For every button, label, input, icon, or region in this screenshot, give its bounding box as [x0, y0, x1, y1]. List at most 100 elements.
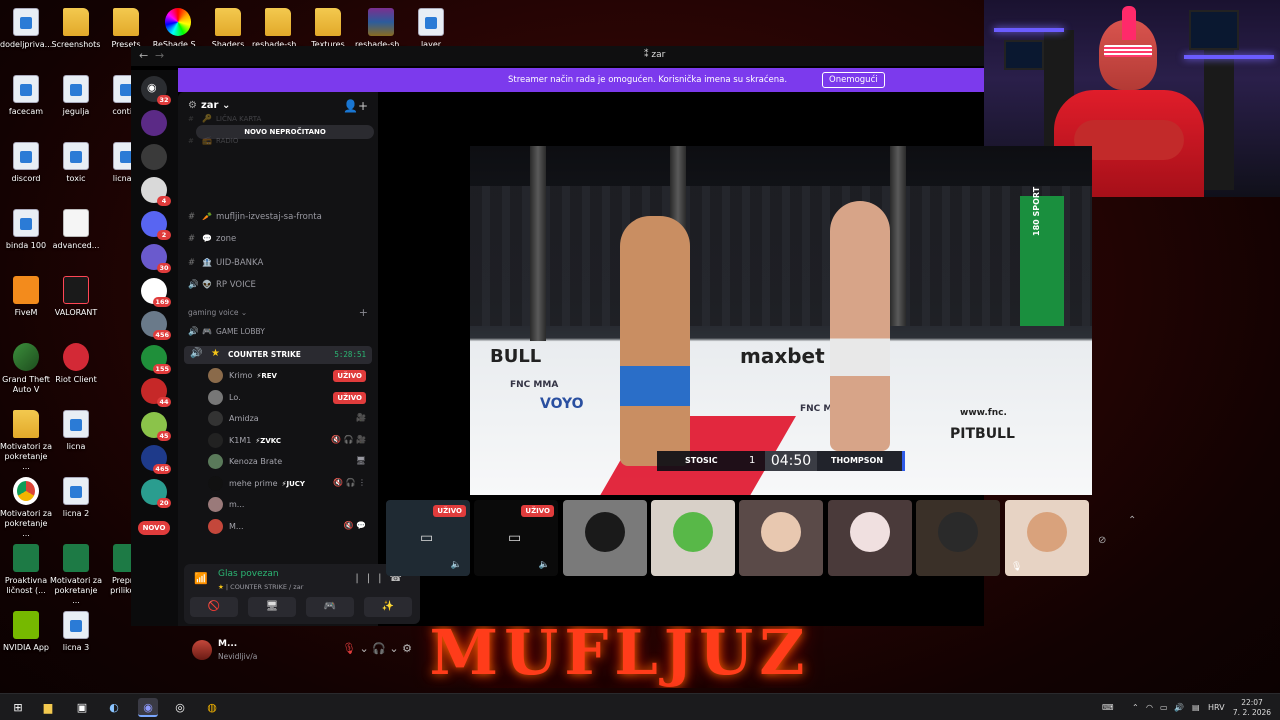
obs-icon[interactable]: ◎ [170, 698, 190, 717]
chevron-down-icon[interactable]: ⌄ [359, 642, 368, 655]
server-icon[interactable]: 20 [141, 478, 171, 508]
voice-user[interactable]: m... [208, 495, 372, 515]
soundboard-button[interactable]: ✨ [364, 597, 412, 617]
volume-icon[interactable]: 🔊 [1174, 703, 1184, 712]
channel-game-lobby[interactable]: 🔊 🎮 GAME LOBBY [188, 323, 372, 341]
desktop-icon[interactable]: binda 100 [0, 209, 52, 251]
keyboard-icon[interactable]: ⌨ [1102, 703, 1114, 712]
voice-user[interactable]: M... 🔇 💬 [208, 517, 372, 537]
desktop-icon[interactable]: ReShade S... [152, 8, 204, 50]
chevron-up-icon[interactable]: ⌃ [1132, 703, 1139, 712]
desktop-icon[interactable]: licna 2 [50, 477, 102, 519]
desktop-icon[interactable]: toxic [50, 142, 102, 184]
participant-tile[interactable] [739, 500, 823, 576]
activities-button[interactable]: 🎮 [306, 597, 354, 617]
channel-item[interactable]: # 🏦 UID-BANKA [188, 254, 372, 272]
volume-icon[interactable]: 🔈 [451, 560, 462, 570]
desktop-icon[interactable]: Grand Theft Auto V [0, 343, 52, 395]
voice-user[interactable]: Kenoza Brate 🖥 [208, 452, 372, 472]
settings-gear-icon[interactable]: ⚙ [402, 642, 412, 655]
desktop-icon[interactable]: Motivatori za pokretanje ... [50, 544, 102, 606]
channel-item[interactable]: # 🥕 mufljin-izvestaj-sa-fronta [188, 208, 372, 226]
desktop-icon[interactable]: Textures [302, 8, 354, 50]
server-icon[interactable]: 30 [141, 244, 171, 273]
desktop-icon[interactable]: licna [50, 410, 102, 452]
nav-forward-button[interactable]: → [155, 49, 164, 62]
desktop-icon[interactable]: Riot Client [50, 343, 102, 385]
file-explorer-icon[interactable]: ▆ [38, 698, 58, 717]
desktop-icon[interactable]: layer [405, 8, 457, 50]
server-icon[interactable] [141, 143, 167, 170]
server-icon[interactable]: 155 [141, 344, 171, 374]
desktop-icon[interactable]: Screenshots [50, 8, 102, 50]
hide-participants-icon[interactable]: ⊘ [1098, 528, 1106, 554]
camera-off-button[interactable]: 🚫 [190, 597, 238, 617]
stream-tile[interactable]: ▭ 🔈 UŽIVO [386, 500, 470, 576]
desktop-icon[interactable]: FiveM [0, 276, 52, 318]
desktop-icon[interactable]: licna 3 [50, 611, 102, 653]
mic-muted-icon[interactable]: 🎙 [342, 642, 356, 655]
voice-status[interactable]: Glas povezan [218, 569, 279, 579]
desktop-icon[interactable]: VALORANT [50, 276, 102, 318]
participant-tile[interactable] [916, 500, 1000, 576]
headphones-icon[interactable]: 🎧 [372, 642, 386, 655]
desktop-icon[interactable]: Shaders [202, 8, 254, 50]
server-icon[interactable]: 465 [141, 445, 171, 474]
desktop-icon[interactable]: reshade-sh... [355, 8, 407, 50]
voice-user[interactable]: Lo. UŽIVO [208, 388, 372, 408]
voice-user[interactable]: K1M1 ⚡ZVKC 🔇 🎧 🎥 [208, 431, 372, 451]
store-icon[interactable]: ▣ [72, 698, 92, 717]
server-icon[interactable]: 169 [141, 277, 171, 307]
tray-icon[interactable]: ▤ [1192, 703, 1200, 712]
channel-item[interactable]: # 💬 zone [188, 230, 372, 248]
desktop-icon[interactable]: dodeljpriva... [0, 8, 52, 50]
nav-back-button[interactable]: ← [139, 49, 148, 62]
disable-streamer-mode-button[interactable]: Onemogući [822, 72, 885, 88]
voice-user[interactable]: Krimo ⚡REV UŽIVO [208, 366, 372, 386]
server-icon[interactable]: 45 [141, 411, 171, 441]
avatar[interactable] [192, 640, 212, 660]
desktop-icon[interactable]: Proaktivna ličnost (... [0, 544, 52, 596]
chevron-down-icon[interactable]: ⌄ [389, 642, 398, 655]
desktop-icon[interactable]: facecam [0, 75, 52, 117]
user-name[interactable]: M... [218, 639, 237, 649]
stream-tile[interactable]: ▭ 🔈 UŽIVO [474, 500, 558, 576]
participant-tile[interactable]: 🎙 [1005, 500, 1089, 576]
server-icon[interactable]: 2 [141, 210, 171, 240]
desktop-icon[interactable]: Motivatori za pokretanje ... [0, 410, 52, 472]
volume-icon[interactable]: 🔈 [539, 560, 550, 570]
chrome-icon[interactable]: ◍ [202, 698, 222, 717]
desktop-icon[interactable]: jegulja [50, 75, 102, 117]
desktop-icon[interactable]: reshade-sh... [252, 8, 304, 50]
screen-share-button[interactable]: 🖥 [248, 597, 296, 617]
server-icon[interactable] [141, 110, 167, 136]
server-icon[interactable]: 44 [141, 378, 171, 407]
desktop-icon[interactable]: Motivatori za pokretanje ... [0, 477, 52, 539]
novo-pill[interactable]: NOVO [138, 521, 170, 535]
voice-user[interactable]: mehe prime ⚡JUCY 🔇 🎧 ⋮ [208, 474, 372, 494]
participant-tile[interactable] [563, 500, 647, 576]
network-icon[interactable]: ▭ [1160, 703, 1168, 712]
desktop-icon[interactable]: NVIDIA App [0, 611, 52, 653]
language-indicator[interactable]: HRV [1208, 703, 1225, 712]
participant-tile[interactable] [828, 500, 912, 576]
channel-item[interactable]: # 📻 RADIO [188, 132, 372, 150]
channel-item[interactable]: # 🔑 LIČNA KARTA [188, 110, 372, 128]
taskbar-clock[interactable]: 22:07 7. 2. 2026 [1232, 698, 1272, 718]
desktop-icon[interactable]: Presets [100, 8, 152, 50]
steam-icon[interactable]: ◐ [104, 698, 124, 717]
chevron-up-icon[interactable]: ⌃ [1128, 508, 1136, 534]
stream-video[interactable]: 180 SPORT BULL maxbet FNC MMA VOYO FNC M… [470, 146, 1092, 495]
desktop-icon[interactable]: discord [0, 142, 52, 184]
home-button[interactable]: ◉ 32 [141, 76, 171, 105]
category-gaming-voice[interactable]: gaming voice ⌄ [188, 308, 247, 317]
participant-tile[interactable] [651, 500, 735, 576]
voice-user[interactable]: Amidza 🎥 [208, 409, 372, 429]
desktop-icon[interactable]: advanced... [50, 209, 102, 251]
voice-channel-path[interactable]: ★ | COUNTER STRIKE / zar [218, 583, 303, 591]
channel-counter-strike[interactable]: 🔊 ★ COUNTER STRIKE 5:28:51 [184, 346, 372, 364]
server-icon[interactable]: 456 [141, 311, 171, 340]
discord-taskbar-icon[interactable]: ◉ [138, 698, 158, 717]
noise-suppression-icon[interactable]: ||| [355, 573, 389, 584]
windows-start-icon[interactable]: ⊞ [8, 698, 28, 717]
